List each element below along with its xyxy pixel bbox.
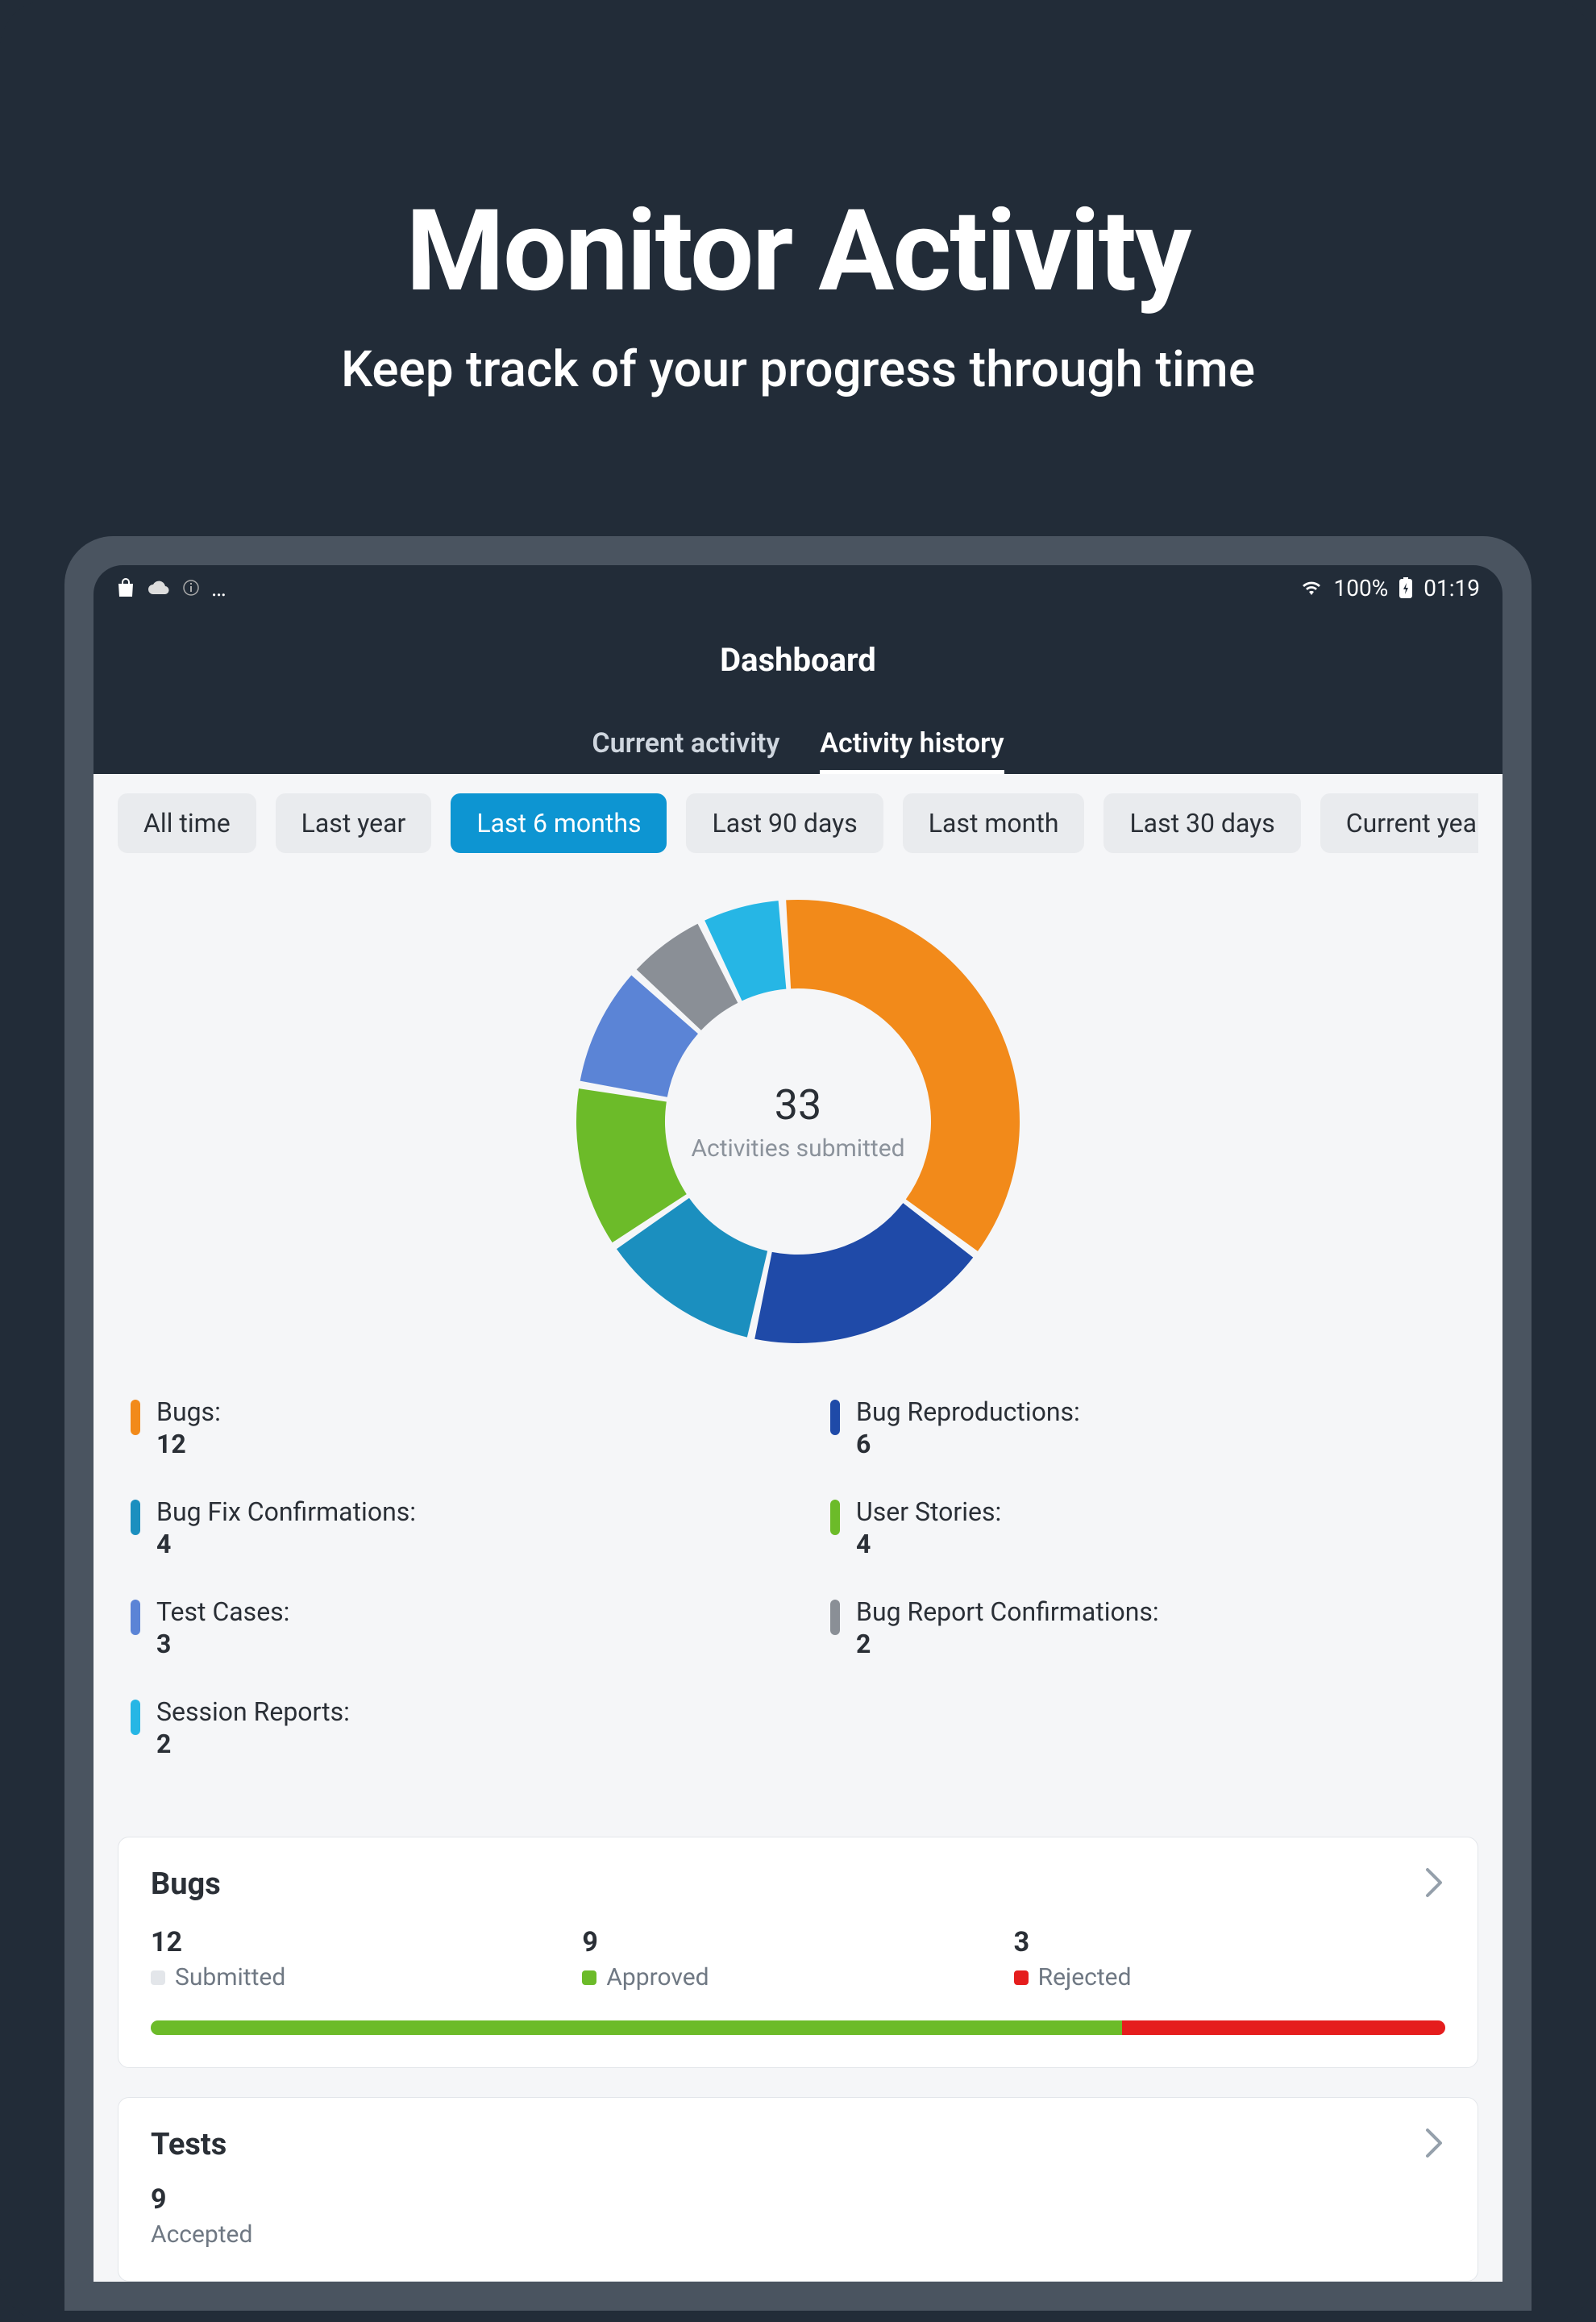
progress-segment (151, 2020, 1122, 2035)
legend-value: 6 (856, 1429, 1080, 1459)
app-header: Dashboard Current activity Activity hist… (94, 610, 1502, 774)
promo-frame: Monitor Activity Keep track of your prog… (0, 0, 1596, 2322)
legend-item: Test Cases: 3 (131, 1596, 766, 1659)
donut-legend: Bugs: 12 Bug Reproductions: 6 Bug Fix Co… (118, 1396, 1478, 1759)
legend-label: Session Reports: (156, 1696, 350, 1727)
device-frame: … 100% 01:19 Dashboard Current act (64, 536, 1532, 2311)
battery-icon (1399, 577, 1412, 598)
bugs-rejected-label: Rejected (1038, 1963, 1132, 1991)
donut-label: Activities submitted (691, 1134, 904, 1163)
legend-swatch (131, 1400, 140, 1435)
bugs-approved-value: 9 (582, 1926, 1013, 1958)
tab-activity-history[interactable]: Activity history (820, 727, 1004, 774)
bugs-card[interactable]: Bugs 12 Submitted 9 Approved (118, 1837, 1478, 2068)
status-bar: … 100% 01:19 (94, 565, 1502, 610)
legend-item: Bug Fix Confirmations: 4 (131, 1496, 766, 1559)
tests-card[interactable]: Tests 9 Accepted (118, 2097, 1478, 2282)
overflow-dots: … (211, 575, 227, 601)
legend-item: Session Reports: 2 (131, 1696, 766, 1759)
filter-last-year[interactable]: Last year (276, 793, 432, 853)
legend-swatch (830, 1400, 840, 1435)
legend-label: Test Cases: (156, 1596, 289, 1627)
legend-value: 4 (856, 1529, 1001, 1559)
bag-icon (116, 577, 135, 598)
bugs-progress-bar (151, 2020, 1445, 2035)
legend-value: 2 (856, 1629, 1159, 1659)
top-tabs: Current activity Activity history (94, 727, 1502, 774)
bugs-submitted-label: Submitted (175, 1963, 285, 1991)
promo-subtitle: Keep track of your progress through time (341, 340, 1255, 399)
legend-swatch (131, 1700, 140, 1735)
legend-value: 2 (156, 1729, 350, 1759)
page-title: Dashboard (94, 641, 1502, 679)
device-screen: … 100% 01:19 Dashboard Current act (94, 565, 1502, 2282)
bugs-approved-label: Approved (606, 1963, 709, 1991)
bugs-approved-stat: 9 Approved (582, 1926, 1013, 1991)
dot-icon (582, 1970, 596, 1985)
chevron-right-icon (1423, 1866, 1445, 1902)
dot-icon (151, 1970, 165, 1985)
clock-time: 01:19 (1424, 575, 1480, 601)
legend-swatch (131, 1600, 140, 1635)
info-icon (182, 579, 200, 597)
legend-value: 4 (156, 1529, 416, 1559)
legend-swatch (830, 1600, 840, 1635)
legend-label: Bug Reproductions: (856, 1396, 1080, 1427)
filter-last-month[interactable]: Last month (903, 793, 1085, 853)
chevron-right-icon (1423, 2127, 1445, 2162)
legend-item: User Stories: 4 (830, 1496, 1465, 1559)
promo-title: Monitor Activity (406, 185, 1191, 318)
content-area: All time Last year Last 6 months Last 90… (94, 774, 1502, 2282)
filter-current-year[interactable]: Current year (1320, 793, 1478, 853)
filter-last-90-days[interactable]: Last 90 days (686, 793, 883, 853)
donut-segment (786, 900, 1020, 1251)
bugs-submitted-stat: 12 Submitted (151, 1926, 582, 1991)
donut-total: 33 (691, 1080, 904, 1130)
donut-center: 33 Activities submitted (691, 1080, 904, 1163)
filter-last-30-days[interactable]: Last 30 days (1103, 793, 1300, 853)
progress-segment (1122, 2020, 1446, 2035)
bugs-card-title: Bugs (151, 1866, 221, 1902)
time-filter-bar[interactable]: All time Last year Last 6 months Last 90… (118, 793, 1478, 853)
activities-donut: 33 Activities submitted (118, 892, 1478, 1351)
legend-item: Bug Report Confirmations: 2 (830, 1596, 1465, 1659)
legend-label: User Stories: (856, 1496, 1001, 1527)
legend-value: 12 (156, 1429, 221, 1459)
filter-last-6-months[interactable]: Last 6 months (451, 793, 667, 853)
legend-label: Bug Report Confirmations: (856, 1596, 1159, 1627)
legend-value: 3 (156, 1629, 289, 1659)
bugs-rejected-stat: 3 Rejected (1014, 1926, 1445, 1991)
battery-percent: 100% (1334, 575, 1389, 601)
legend-label: Bug Fix Confirmations: (156, 1496, 416, 1527)
tests-card-title: Tests (151, 2127, 227, 2162)
tests-accepted-stat: 9 Accepted (151, 2183, 1445, 2249)
dot-icon (1014, 1970, 1029, 1985)
legend-item: Bug Reproductions: 6 (830, 1396, 1465, 1459)
bugs-submitted-value: 12 (151, 1926, 582, 1958)
tests-accepted-label: Accepted (151, 2220, 252, 2249)
wifi-icon (1300, 579, 1323, 597)
tests-accepted-value: 9 (151, 2183, 1445, 2216)
tab-current-activity[interactable]: Current activity (592, 727, 779, 774)
legend-item: Bugs: 12 (131, 1396, 766, 1459)
legend-swatch (830, 1500, 840, 1535)
bugs-rejected-value: 3 (1014, 1926, 1445, 1958)
legend-swatch (131, 1500, 140, 1535)
cloud-icon (147, 580, 171, 596)
filter-all-time[interactable]: All time (118, 793, 256, 853)
legend-label: Bugs: (156, 1396, 221, 1427)
